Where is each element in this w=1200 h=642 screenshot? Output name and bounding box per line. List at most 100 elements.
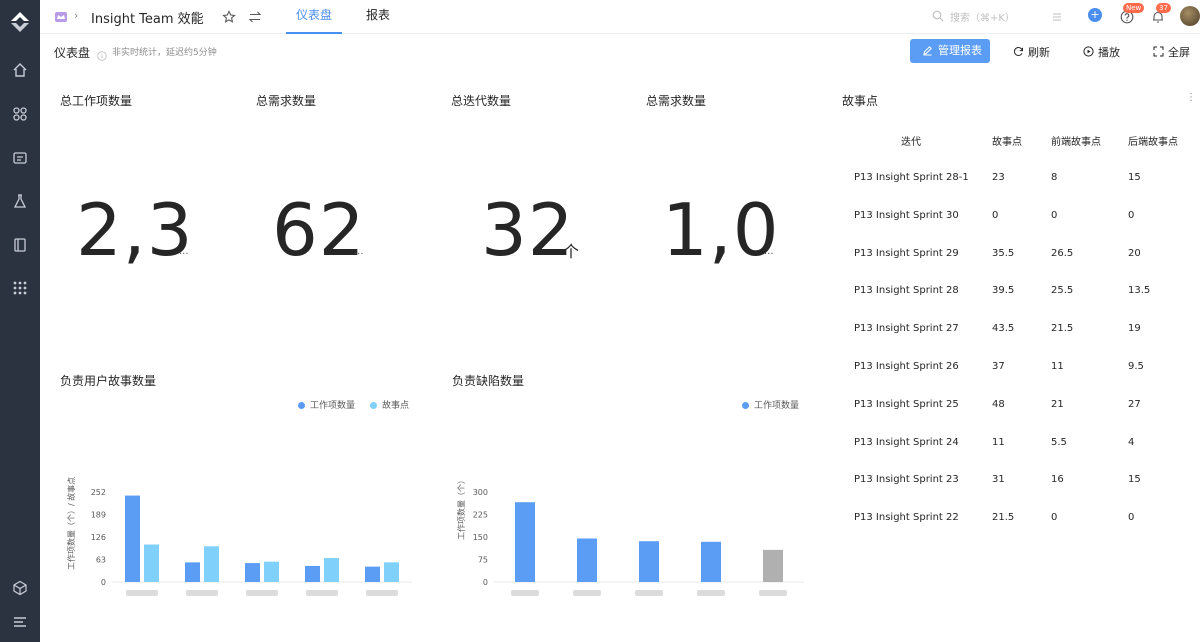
bar-work-items[interactable] xyxy=(639,541,659,582)
notification-count-badge: 37 xyxy=(1156,3,1171,13)
table-cell-iteration: P13 Insight Sprint 24 xyxy=(854,436,959,448)
dashboard-content: 总工作项数量 2,3 ... 总需求数量 62 ... 总迭代数量 32 个 总… xyxy=(40,70,1200,642)
y-tick-label: 150 xyxy=(473,533,488,542)
bar-story-points[interactable] xyxy=(204,546,219,582)
x-tick-label-redacted xyxy=(759,590,787,596)
team-name[interactable]: Insight Team 效能 xyxy=(91,8,204,27)
bar-work-items[interactable] xyxy=(515,502,535,582)
table-cell-value: 21.5 xyxy=(992,512,1015,524)
table-cell-value: 39.5 xyxy=(992,285,1015,297)
column-header[interactable]: 故事点 xyxy=(992,133,1022,148)
left-rail xyxy=(0,0,40,642)
page-header: 仪表盘 非实时统计，延迟约5分钟 管理报表 刷新 播放 全屏 xyxy=(40,34,1200,70)
y-tick-label: 0 xyxy=(483,578,488,587)
apps-icon[interactable] xyxy=(8,102,32,126)
kpi-card-total-work-items[interactable]: 总工作项数量 2,3 ... xyxy=(40,70,230,340)
bar-work-items[interactable] xyxy=(577,538,597,583)
kpi-unit: 个 xyxy=(563,242,580,261)
refresh-label: 刷新 xyxy=(1028,46,1050,59)
table-cell-value: 43.5 xyxy=(992,323,1015,335)
more-options-icon[interactable]: ⋮ xyxy=(1186,92,1196,103)
table-cell-iteration: P13 Insight Sprint 26 xyxy=(854,361,959,372)
bar-story-points[interactable] xyxy=(384,562,399,582)
bar-story-points[interactable] xyxy=(264,561,279,582)
home-icon[interactable] xyxy=(8,58,32,82)
manage-reports-label: 管理报表 xyxy=(938,44,982,57)
bar-story-points[interactable] xyxy=(324,558,339,582)
search-icon xyxy=(932,10,944,22)
tab-dashboard[interactable]: 仪表盘 xyxy=(286,0,342,34)
board-icon[interactable] xyxy=(8,146,32,170)
x-tick-label-redacted xyxy=(306,590,338,596)
x-tick-label-redacted xyxy=(126,590,158,596)
book-icon[interactable] xyxy=(8,233,32,257)
table-cell-value: 4 xyxy=(1128,436,1135,448)
tab-report[interactable]: 报表 xyxy=(358,0,398,34)
manage-reports-button[interactable]: 管理报表 xyxy=(910,39,990,63)
column-header[interactable]: 前端故事点 xyxy=(1051,133,1101,148)
bar-work-items[interactable] xyxy=(185,562,200,582)
kpi-label: 总工作项数量 xyxy=(60,94,133,108)
list-icon[interactable] xyxy=(1050,9,1064,23)
play-label: 播放 xyxy=(1098,46,1120,59)
bar-work-items[interactable] xyxy=(125,495,140,582)
table-cell-value: 11 xyxy=(1051,361,1064,372)
bar-work-items[interactable] xyxy=(701,541,721,582)
column-header[interactable]: 迭代 xyxy=(901,133,921,148)
x-tick-label-redacted xyxy=(511,590,539,596)
kpi-label: 总需求数量 xyxy=(646,94,707,108)
table-cell-value: 48 xyxy=(992,398,1005,410)
collapse-menu-icon[interactable] xyxy=(8,610,32,634)
x-tick-label-redacted xyxy=(635,590,663,596)
avatar[interactable] xyxy=(1180,6,1200,26)
table-cell-value: 21.5 xyxy=(1051,323,1074,335)
refresh-button[interactable]: 刷新 xyxy=(1013,44,1053,60)
refresh-note: 非实时统计，延迟约5分钟 xyxy=(112,48,217,58)
table-cell-value: 11 xyxy=(992,436,1005,448)
refresh-icon xyxy=(1013,47,1023,56)
kpi-card-total-iterations[interactable]: 总迭代数量 32 个 xyxy=(431,70,621,340)
table-cell-iteration: P13 Insight Sprint 29 xyxy=(854,247,959,259)
app-logo-icon[interactable] xyxy=(8,10,32,34)
x-tick-label-redacted xyxy=(573,590,601,596)
search-input[interactable]: 搜索（⌘+K） xyxy=(932,8,1042,26)
bar-work-items[interactable] xyxy=(365,566,380,582)
bar-work-items[interactable] xyxy=(305,565,320,582)
table-cell-iteration: P13 Insight Sprint 28-1 xyxy=(854,172,969,183)
table-cell-value: 8 xyxy=(1051,172,1058,183)
search-placeholder: 搜索（⌘+K） xyxy=(950,13,1015,24)
kpi-card-total-requirements-2[interactable]: 总需求数量 1,0 ... xyxy=(626,70,816,340)
bar-work-items[interactable] xyxy=(763,549,783,582)
swap-icon[interactable] xyxy=(248,9,262,23)
column-header[interactable]: 后端故事点 xyxy=(1128,133,1178,148)
star-icon[interactable] xyxy=(222,9,236,23)
bar-story-points[interactable] xyxy=(144,544,159,583)
table-cell-value: 37 xyxy=(992,361,1005,372)
table-cell-value: 15 xyxy=(1128,172,1141,183)
play-button[interactable]: 播放 xyxy=(1083,44,1123,60)
table-cell-value: 25.5 xyxy=(1051,285,1074,297)
kpi-card-total-requirements[interactable]: 总需求数量 62 ... xyxy=(236,70,426,340)
cube-icon[interactable] xyxy=(8,576,32,600)
team-crown-icon[interactable] xyxy=(54,9,68,23)
team-switch-chevron-icon[interactable] xyxy=(191,9,201,23)
table-cell-value: 35.5 xyxy=(992,247,1015,259)
table-cell-iteration: P13 Insight Sprint 27 xyxy=(854,323,959,335)
x-tick-label-redacted xyxy=(246,590,278,596)
user-story-bar-chart: 0 63 126 189 252 xyxy=(91,488,412,596)
table-cell-value: 0 xyxy=(1128,209,1135,221)
table-cell-value: 13.5 xyxy=(1128,285,1151,297)
grid-menu-icon[interactable] xyxy=(8,276,32,300)
table-cell-value: 23 xyxy=(992,172,1005,183)
bar-work-items[interactable] xyxy=(245,563,260,582)
flask-icon[interactable] xyxy=(8,189,32,213)
top-bar: › Insight Team 效能 仪表盘 报表 搜索（⌘+K） + New 3… xyxy=(40,0,1200,34)
y-tick-label: 189 xyxy=(91,511,106,520)
table-cell-value: 0 xyxy=(1051,209,1058,221)
kpi-label: 总需求数量 xyxy=(256,94,317,108)
table-cell-iteration: P13 Insight Sprint 30 xyxy=(854,209,959,221)
add-button[interactable]: + xyxy=(1088,8,1102,22)
fullscreen-button[interactable]: 全屏 xyxy=(1153,44,1193,60)
table-cell-value: 26.5 xyxy=(1051,247,1074,259)
table-title: 故事点 xyxy=(842,94,879,108)
